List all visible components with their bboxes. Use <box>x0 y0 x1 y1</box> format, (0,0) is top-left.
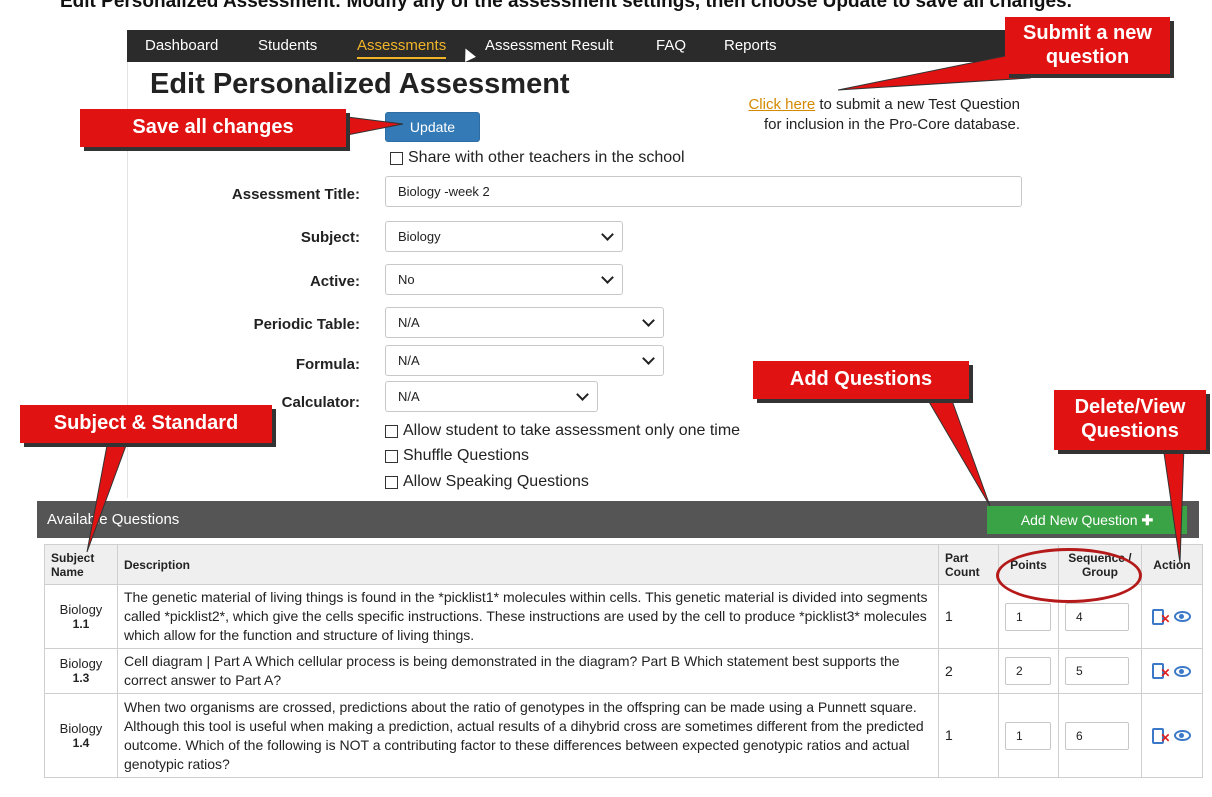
save-callout-arrow <box>346 116 404 136</box>
callout-save-changes: Save all changes <box>80 109 346 147</box>
callout-add-questions: Add Questions <box>753 361 969 399</box>
add-callout-arrow <box>924 394 991 507</box>
callout-subject-standard: Subject & Standard <box>20 405 272 443</box>
subject-callout-arrow <box>86 439 129 553</box>
callout-delete-view: Delete/View Questions <box>1054 390 1206 450</box>
delete-view-callout-arrow <box>1162 445 1185 564</box>
submit-callout-arrow <box>837 54 1032 91</box>
callout-submit-question: Submit a new question <box>1005 17 1170 74</box>
